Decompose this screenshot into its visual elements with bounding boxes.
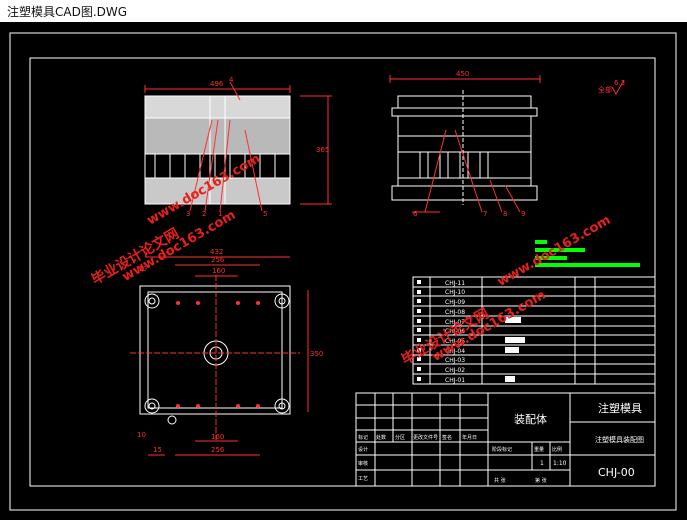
callout-4: 4	[229, 76, 234, 84]
label-mark: 标记	[358, 434, 368, 441]
label-scale: 比例	[552, 446, 562, 453]
value-qty: 1	[540, 460, 544, 467]
plan-bottom-inner-dim: 160	[211, 433, 224, 441]
plan-bottom-left-dim: 15	[153, 446, 162, 454]
svg-text:www.doc163.com: www.doc163.com	[495, 213, 614, 290]
plan-height-dim: 350	[310, 350, 323, 358]
label-sheets: 共 张	[494, 477, 506, 484]
value-scale: 1:10	[553, 460, 567, 467]
side-view-width-dim: 450	[456, 70, 469, 78]
callout-7: 7	[483, 210, 487, 218]
label-change: 更改文件号	[413, 434, 438, 441]
part-code-10: CHJ-02	[445, 367, 465, 374]
part-code-11: CHJ-01	[445, 377, 465, 384]
title-drawing-no: CHJ-00	[598, 466, 635, 479]
part-code-3: CHJ-09	[445, 299, 465, 306]
plan-overall-dim: 432	[210, 248, 223, 256]
label-qty: 处数	[376, 434, 386, 441]
plan-inner-dim: 256	[211, 256, 225, 264]
watermark-3: www.doc163.com	[495, 213, 614, 290]
title-assembly: 装配体	[514, 412, 547, 426]
window-titlebar: 注塑模具CAD图.DWG	[0, 0, 687, 22]
side-view: 450 6 7 8 9 全部 6.3	[389, 70, 625, 218]
label-weight: 重量	[534, 446, 544, 453]
title-drawing-name: 注塑模具装配图	[595, 435, 644, 444]
plan-left-offset-dim: 10	[137, 431, 146, 439]
label-stage: 阶段标记	[492, 446, 512, 453]
part-code-4: CHJ-08	[445, 309, 465, 316]
label-design: 设计	[358, 446, 368, 453]
label-date: 年月日	[462, 434, 477, 441]
title-block: 装配体 注塑模具 注塑模具装配图 CHJ-00 标记 处数 分区 更改文件号 签…	[355, 392, 656, 487]
callout-9: 9	[521, 210, 525, 218]
roughness-label: 全部	[598, 85, 612, 94]
label-sheet: 第 张	[535, 477, 547, 484]
top-section-view: 496 365 4 3 2 1 5	[144, 76, 332, 218]
label-zone: 分区	[395, 434, 405, 441]
plan-bottom-outer-dim: 256	[211, 446, 225, 454]
label-craft: 工艺	[358, 476, 368, 482]
top-view-width-dim: 496	[210, 80, 224, 88]
plan-view: 432 256 160 10 350 160 256 15 10	[130, 248, 323, 456]
callout-5: 5	[263, 210, 267, 218]
callout-8: 8	[503, 210, 507, 218]
title-product: 注塑模具	[598, 401, 642, 415]
label-check: 审核	[358, 460, 368, 467]
label-sign: 签名	[442, 434, 452, 441]
window-title: 注塑模具CAD图.DWG	[7, 5, 128, 19]
callout-3: 3	[186, 210, 190, 218]
top-view-height-dim: 365	[316, 146, 329, 154]
cad-drawing-svg: 496 365 4 3 2 1 5 450 6 7 8 9 全部 6.3 432…	[9, 32, 677, 511]
callout-2: 2	[202, 210, 206, 218]
part-code-2: CHJ-10	[445, 289, 465, 296]
cad-drawing-canvas[interactable]: 496 365 4 3 2 1 5 450 6 7 8 9 全部 6.3 432…	[0, 22, 687, 520]
part-code-1: CHJ-11	[445, 280, 465, 287]
callout-6: 6	[413, 210, 418, 218]
plan-middle-dim: 160	[212, 267, 225, 275]
